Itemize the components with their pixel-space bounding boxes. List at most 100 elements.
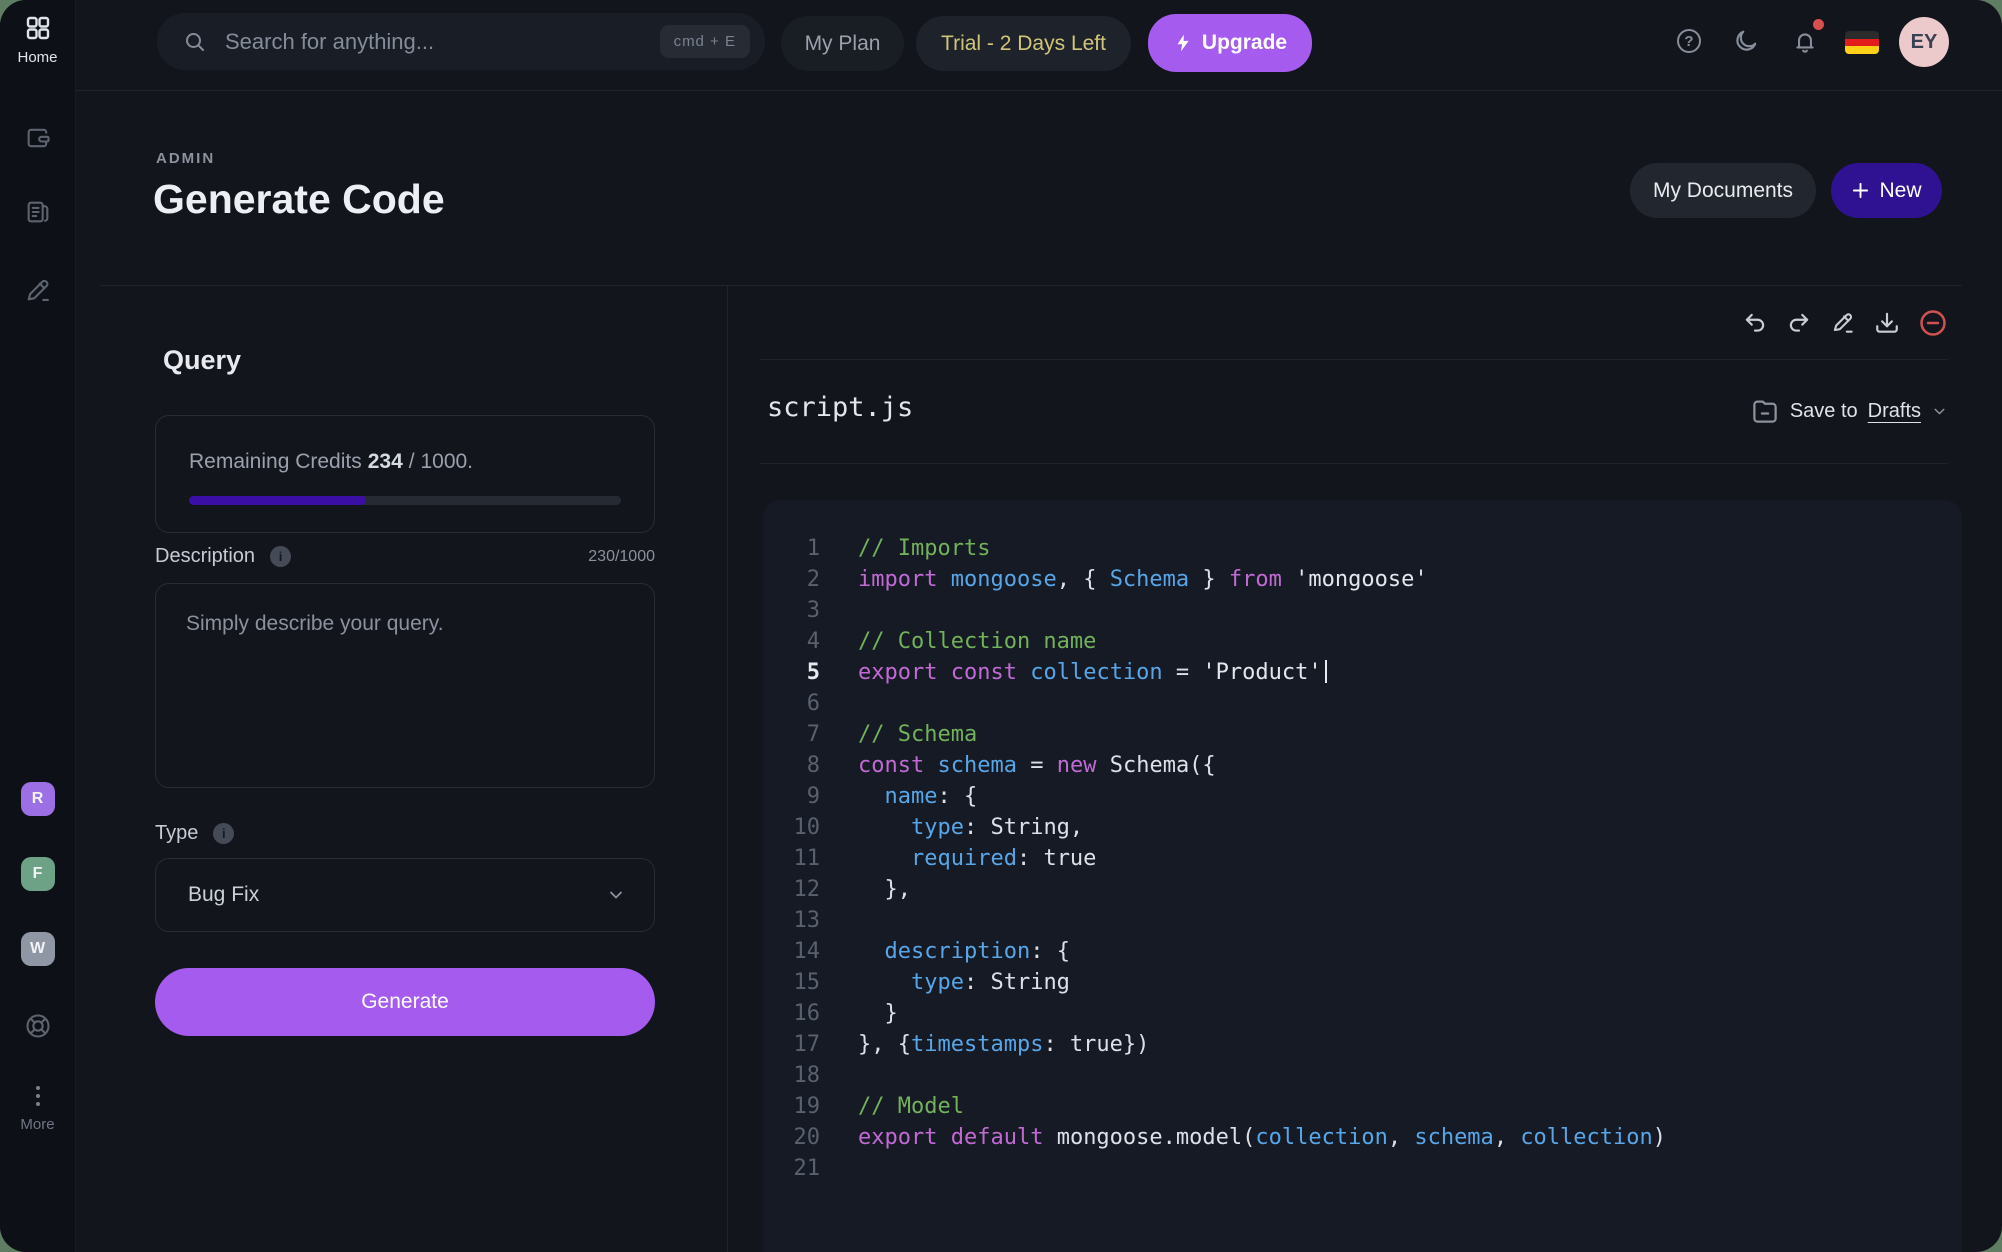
- upgrade-button[interactable]: Upgrade: [1148, 14, 1312, 72]
- code-line[interactable]: 18: [763, 1060, 1962, 1091]
- new-document-button[interactable]: New: [1831, 163, 1942, 218]
- help-icon[interactable]: ?: [1677, 29, 1701, 53]
- info-icon[interactable]: i: [270, 546, 291, 567]
- sidebar-item-more[interactable]: More: [0, 1086, 75, 1133]
- info-glyph: i: [279, 549, 283, 564]
- code-line[interactable]: 14 description: {: [763, 936, 1962, 967]
- credits-progress-track: [189, 496, 621, 505]
- line-number: 5: [763, 657, 820, 688]
- line-number: 9: [763, 781, 820, 812]
- save-prefix: Save to: [1790, 400, 1858, 423]
- download-button[interactable]: [1874, 310, 1900, 336]
- info-icon[interactable]: i: [213, 823, 234, 844]
- my-plan-button[interactable]: My Plan: [781, 16, 904, 71]
- header-divider: [100, 285, 1962, 286]
- code-line[interactable]: 16 }: [763, 998, 1962, 1029]
- undo-icon: [1742, 310, 1768, 336]
- code-text: }: [858, 998, 898, 1029]
- redo-button[interactable]: [1786, 310, 1812, 336]
- help-glyph: ?: [1684, 33, 1693, 50]
- sidebar-item-documents[interactable]: [0, 198, 75, 226]
- delete-button[interactable]: [1918, 308, 1948, 338]
- code-text: // Imports: [858, 533, 990, 564]
- code-text: export const collection = 'Product': [858, 657, 1327, 688]
- type-select[interactable]: Bug Fix: [155, 858, 655, 932]
- line-number: 18: [763, 1060, 820, 1091]
- sidebar-item-editor[interactable]: [0, 276, 75, 304]
- code-line[interactable]: 8const schema = new Schema({: [763, 750, 1962, 781]
- pencil-line-icon: [1830, 310, 1856, 336]
- bolt-icon: [1173, 33, 1193, 53]
- shortcut-badge: cmd + E: [660, 25, 750, 58]
- code-line[interactable]: 6: [763, 688, 1962, 719]
- credits-value: 234: [368, 450, 403, 474]
- credits-card: Remaining Credits 234 / 1000.: [155, 415, 655, 533]
- german-flag-icon[interactable]: [1845, 31, 1879, 54]
- dark-mode-toggle[interactable]: [1733, 28, 1759, 54]
- credits-text: Remaining Credits 234 / 1000.: [189, 450, 621, 474]
- plus-icon: [1851, 181, 1870, 200]
- description-label-row: Description i 230/1000: [155, 545, 655, 568]
- sidebar-item-support[interactable]: [0, 1012, 75, 1040]
- code-line[interactable]: 1 // Imports: [763, 533, 1962, 564]
- notification-dot: [1813, 19, 1824, 30]
- code-text: required: true: [858, 843, 1096, 874]
- sidebar-more-label: More: [20, 1116, 54, 1133]
- sidebar-item-home[interactable]: Home: [0, 14, 75, 66]
- code-line[interactable]: 15 type: String: [763, 967, 1962, 998]
- line-number: 6: [763, 688, 820, 719]
- code-line[interactable]: 3: [763, 595, 1962, 626]
- folder-minus-icon: [1750, 396, 1780, 426]
- user-avatar[interactable]: EY: [1899, 17, 1949, 67]
- code-line[interactable]: 17}, {timestamps: true}): [763, 1029, 1962, 1060]
- left-sidebar: Home R F W: [0, 0, 76, 1252]
- info-glyph: i: [222, 826, 226, 841]
- search-input[interactable]: Search for anything... cmd + E: [157, 13, 765, 70]
- sidebar-item-wallet[interactable]: [0, 124, 75, 152]
- notifications-button[interactable]: [1792, 29, 1818, 55]
- code-lines: 1 // Imports2import mongoose, { Schema } …: [763, 533, 1962, 1184]
- save-to-drafts[interactable]: Save to Drafts: [1750, 396, 1948, 426]
- code-line[interactable]: 21: [763, 1153, 1962, 1184]
- code-text: const schema = new Schema({: [858, 750, 1216, 781]
- code-text: export default mongoose.model(collection…: [858, 1122, 1666, 1153]
- description-textarea[interactable]: [156, 584, 654, 787]
- code-line[interactable]: 12 },: [763, 874, 1962, 905]
- lifebuoy-icon: [24, 1012, 52, 1040]
- my-documents-button[interactable]: My Documents: [1630, 163, 1816, 218]
- line-number: 16: [763, 998, 820, 1029]
- code-text: type: String,: [858, 812, 1083, 843]
- code-line[interactable]: 11 required: true: [763, 843, 1962, 874]
- panel-divider: [727, 286, 728, 1252]
- workspace-avatar-r[interactable]: R: [21, 782, 55, 816]
- generate-button[interactable]: Generate: [155, 968, 655, 1036]
- line-number: 17: [763, 1029, 820, 1060]
- line-number: 19: [763, 1091, 820, 1122]
- chevron-down-icon: [1931, 403, 1948, 420]
- code-line[interactable]: 19// Model: [763, 1091, 1962, 1122]
- code-editor[interactable]: 1 // Imports2import mongoose, { Schema } …: [763, 500, 1962, 1252]
- code-line[interactable]: 13: [763, 905, 1962, 936]
- trial-badge: Trial - 2 Days Left: [916, 16, 1131, 71]
- workspace-avatar-f[interactable]: F: [21, 857, 55, 891]
- undo-button[interactable]: [1742, 310, 1768, 336]
- text-cursor: [1325, 660, 1327, 683]
- line-number: 1: [763, 533, 820, 564]
- save-target-link[interactable]: Drafts: [1868, 400, 1921, 423]
- code-line[interactable]: 4// Collection name: [763, 626, 1962, 657]
- workspace-avatar-w[interactable]: W: [21, 932, 55, 966]
- editor-divider-top: [760, 359, 1948, 360]
- code-line[interactable]: 7// Schema: [763, 719, 1962, 750]
- line-number: 10: [763, 812, 820, 843]
- code-line[interactable]: 10 type: String,: [763, 812, 1962, 843]
- type-label: Type: [155, 822, 198, 845]
- code-line[interactable]: 5 export const collection = 'Product': [763, 657, 1962, 688]
- edit-button[interactable]: [1830, 310, 1856, 336]
- code-line[interactable]: 2import mongoose, { Schema } from 'mongo…: [763, 564, 1962, 595]
- pencil-icon: [24, 276, 52, 304]
- minus-circle-icon: [1918, 308, 1948, 338]
- code-line[interactable]: 20export default mongoose.model(collecti…: [763, 1122, 1962, 1153]
- code-line[interactable]: 9 name: {: [763, 781, 1962, 812]
- app-window: Home R F W: [0, 0, 2002, 1252]
- line-number: 12: [763, 874, 820, 905]
